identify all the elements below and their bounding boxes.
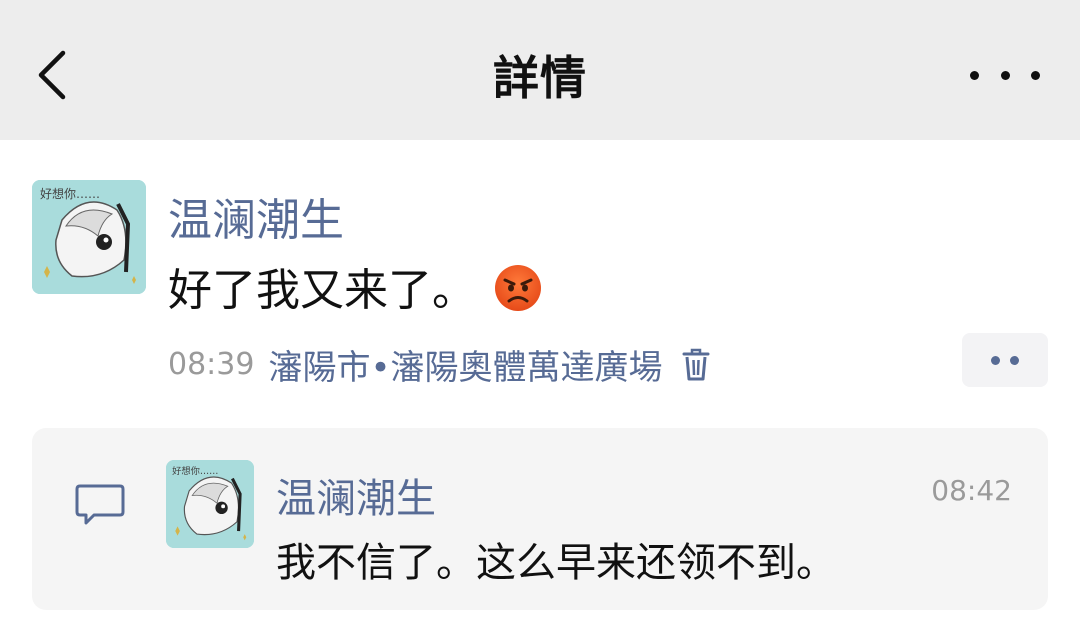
author-avatar[interactable]: 好想你…… — [32, 180, 146, 294]
more-dot-icon — [1000, 70, 1010, 80]
trash-icon — [682, 348, 710, 380]
post-time: 08:39 — [168, 347, 255, 382]
more-dot-icon — [1031, 70, 1040, 80]
post-location[interactable]: 瀋陽市•瀋陽奧體萬達廣場 — [268, 340, 662, 389]
avatar-caption: 好想你…… — [172, 465, 218, 477]
comment-author-avatar[interactable]: 好想你…… — [166, 460, 254, 548]
more-options-button[interactable] — [970, 55, 1040, 95]
action-dot-icon — [991, 355, 1000, 365]
more-dot-icon — [970, 70, 979, 80]
comment-time: 08:42 — [931, 474, 1012, 507]
post-content: 好了我又来了。 — [168, 254, 542, 318]
action-dot-icon — [1010, 355, 1019, 365]
angry-face-icon — [495, 265, 541, 311]
post-text: 好了我又来了。 — [168, 265, 476, 316]
comment-bubble-icon — [75, 484, 125, 525]
comment-text[interactable]: 我不信了。这么早来还领不到。 — [276, 530, 836, 588]
avatar-illustration: 好想你…… — [166, 460, 254, 548]
top-bar: 詳情 — [0, 0, 1080, 140]
like-comment-menu-button[interactable] — [962, 333, 1048, 387]
page-title: 詳情 — [493, 51, 587, 105]
post-author-name[interactable]: 温澜潮生 — [168, 184, 344, 248]
moment-detail-page: 詳情 好想你…… 温澜潮生 好了我又来了。 08:39 瀋陽市•瀋陽奧體萬達廣場… — [0, 0, 1080, 621]
post-meta: 08:39 瀋陽市•瀋陽奧體萬達廣場 — [168, 340, 713, 389]
avatar-caption: 好想你…… — [40, 186, 100, 201]
delete-button[interactable] — [679, 345, 713, 385]
avatar-illustration: 好想你…… — [32, 180, 146, 294]
comment-author-name[interactable]: 温澜潮生 — [276, 466, 436, 524]
